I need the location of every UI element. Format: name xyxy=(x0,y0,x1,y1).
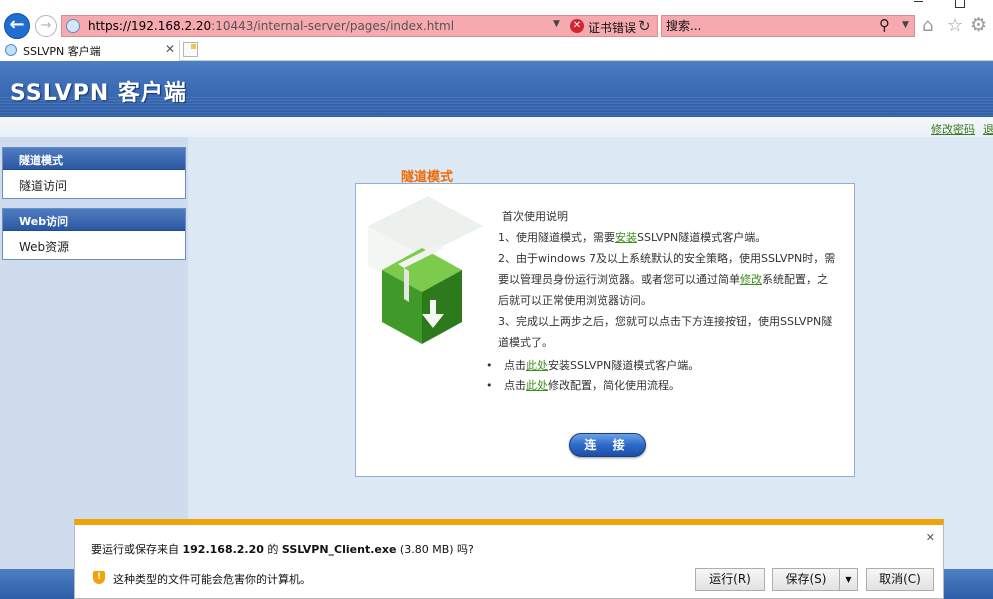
step1-text: 1、使用隧道模式，需要 xyxy=(498,231,615,244)
chevron-down-icon[interactable]: ▼ xyxy=(553,19,560,29)
download-msg-prefix: 要运行或保存来自 xyxy=(91,543,179,556)
instruction-step-2: 2、由于windows 7及以上系统默认的安全策略，使用SSLVPN时，需要以管… xyxy=(498,248,838,311)
window-controls xyxy=(873,0,993,10)
package-icon xyxy=(382,244,462,344)
bullet1-suffix: 安装SSLVPN隧道模式客户端。 xyxy=(548,359,700,372)
instruction-step-1: 1、使用隧道模式，需要安装SSLVPN隧道模式客户端。 xyxy=(498,227,838,248)
header-subbar: 修改密码退出 xyxy=(0,117,993,137)
chevron-down-icon[interactable]: ▼ xyxy=(902,20,909,30)
maximize-icon[interactable] xyxy=(955,0,965,8)
download-warning: 这种类型的文件可能会危害你的计算机。 xyxy=(113,573,311,586)
download-size: (3.80 MB) xyxy=(399,543,454,556)
run-button[interactable]: 运行(R) xyxy=(695,568,765,591)
minimize-icon[interactable] xyxy=(914,1,923,2)
download-msg-suffix: 吗? xyxy=(457,543,474,556)
download-msg-mid: 的 xyxy=(267,543,279,556)
bullet1-text: 点击 xyxy=(504,359,526,372)
tab-title: SSLVPN 客户端 xyxy=(23,45,101,58)
install-link[interactable]: 安装 xyxy=(615,231,637,244)
download-filename: SSLVPN_Client.exe xyxy=(281,543,397,556)
sidebar-item-web-resources[interactable]: Web资源 xyxy=(3,231,185,259)
quick-actions-list: 点击此处安装SSLVPN隧道模式客户端。 点击此处修改配置，简化使用流程。 xyxy=(484,356,699,396)
change-password-link[interactable]: 修改密码 xyxy=(931,123,975,136)
app-title: SSLVPN 客户端 xyxy=(10,81,187,106)
tab-close-icon[interactable]: ✕ xyxy=(165,42,175,56)
instructions-heading: 首次使用说明 xyxy=(502,210,568,223)
step1-suffix: SSLVPN隧道模式客户端。 xyxy=(637,231,767,244)
favorites-star-icon[interactable]: ☆ xyxy=(947,15,963,36)
tab-strip: SSLVPN 客户端 ✕ xyxy=(0,40,993,61)
forward-icon[interactable]: → xyxy=(35,15,57,37)
url-host: https://192.168.2.20 xyxy=(88,19,212,33)
cert-error-icon[interactable]: ✕ xyxy=(570,19,584,33)
modify-link[interactable]: 修改 xyxy=(740,273,762,286)
new-tab-icon[interactable] xyxy=(183,42,198,57)
bullet2-text: 点击 xyxy=(504,379,526,392)
logout-link[interactable]: 退出 xyxy=(983,123,993,136)
address-bar[interactable]: https://192.168.2.20:10443/internal-serv… xyxy=(61,15,658,37)
refresh-icon[interactable]: ↻ xyxy=(638,17,651,35)
header-links: 修改密码退出 xyxy=(923,121,993,137)
list-item: 点击此处安装SSLVPN隧道模式客户端。 xyxy=(484,356,699,376)
url-text[interactable]: https://192.168.2.20:10443/internal-serv… xyxy=(88,19,454,33)
page-icon xyxy=(66,19,80,33)
address-row: ← → https://192.168.2.20:10443/internal-… xyxy=(0,11,993,39)
back-icon[interactable]: ← xyxy=(4,13,30,39)
list-item: 点击此处修改配置，简化使用流程。 xyxy=(484,376,699,396)
url-path: :10443/internal-server/pages/index.html xyxy=(211,19,455,33)
cancel-button[interactable]: 取消(C) xyxy=(866,568,934,591)
close-icon[interactable]: ✕ xyxy=(926,531,935,544)
header-banner: SSLVPN 客户端 xyxy=(0,61,993,117)
connect-button[interactable]: 连 接 xyxy=(569,433,646,457)
download-host: 192.168.2.20 xyxy=(182,543,264,556)
cert-error-label[interactable]: 证书错误 xyxy=(588,19,636,36)
sidebar-group-web: Web访问 Web资源 xyxy=(2,208,186,260)
download-notification: ✕ 要运行或保存来自 192.168.2.20 的 SSLVPN_Client.… xyxy=(74,519,944,599)
sidebar-group-title[interactable]: Web访问 xyxy=(3,209,185,231)
download-message: 要运行或保存来自 192.168.2.20 的 SSLVPN_Client.ex… xyxy=(91,541,474,557)
save-options-chevron-down-icon[interactable]: ▼ xyxy=(839,568,858,591)
page-icon xyxy=(5,44,17,56)
search-box: ⚲ ▼ xyxy=(661,15,915,37)
sidebar-item-tunnel-access[interactable]: 隧道访问 xyxy=(3,170,185,198)
search-icon[interactable]: ⚲ xyxy=(879,16,890,34)
shield-warning-icon: ! xyxy=(93,571,105,584)
search-input[interactable] xyxy=(666,18,866,34)
install-client-link[interactable]: 此处 xyxy=(526,359,548,372)
modify-config-link[interactable]: 此处 xyxy=(526,379,548,392)
tab-active[interactable]: SSLVPN 客户端 ✕ xyxy=(0,40,180,61)
tunnel-info-box: 首次使用说明 1、使用隧道模式，需要安装SSLVPN隧道模式客户端。 2、由于w… xyxy=(355,183,855,477)
settings-gear-icon[interactable]: ⚙ xyxy=(970,14,987,36)
home-icon[interactable]: ⌂ xyxy=(922,15,933,36)
instruction-step-3: 3、完成以上两步之后，您就可以点击下方连接按钮，使用SSLVPN隧道模式了。 xyxy=(498,315,833,349)
save-button[interactable]: 保存(S) xyxy=(772,568,840,591)
sidebar-group-tunnel: 隧道模式 隧道访问 xyxy=(2,147,186,199)
sidebar-group-title[interactable]: 隧道模式 xyxy=(3,148,185,170)
instructions: 首次使用说明 1、使用隧道模式，需要安装SSLVPN隧道模式客户端。 2、由于w… xyxy=(498,206,838,353)
bullet2-suffix: 修改配置，简化使用流程。 xyxy=(548,379,680,392)
